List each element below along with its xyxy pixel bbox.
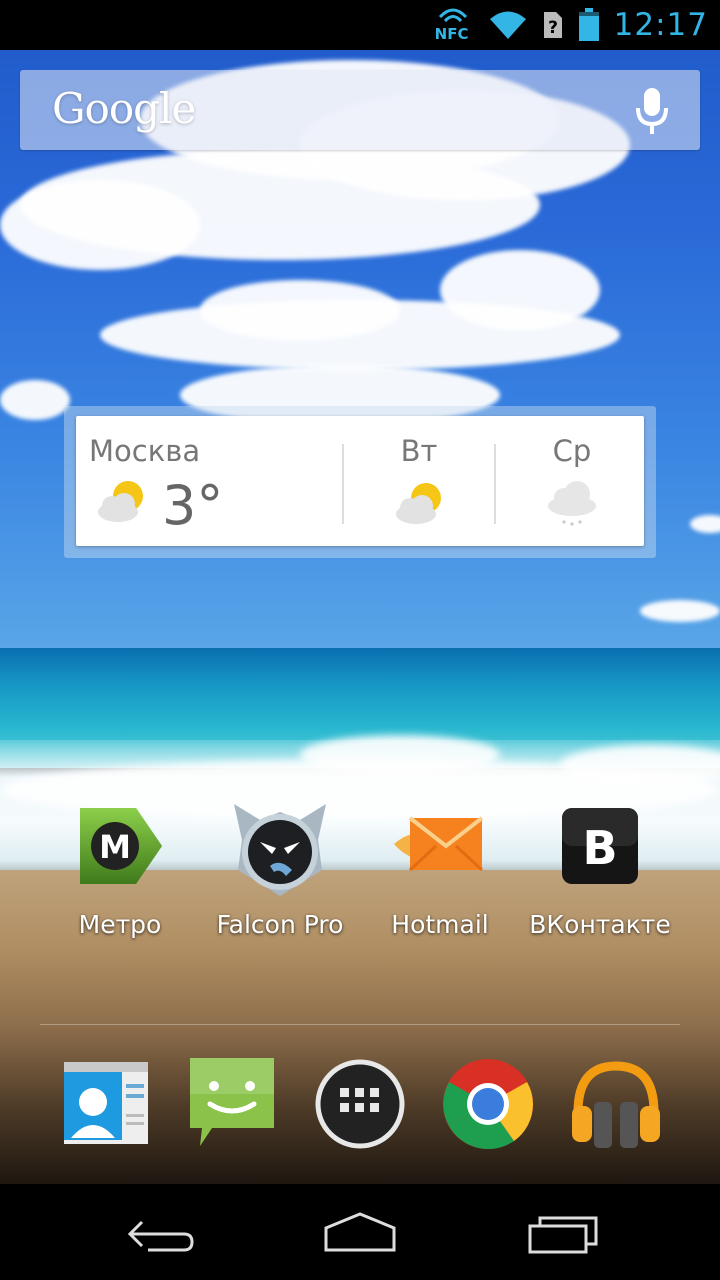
app-hotmail[interactable]: Hotmail	[355, 800, 525, 939]
weather-divider	[494, 444, 496, 524]
hotmail-icon	[390, 800, 490, 900]
app-drawer-icon	[315, 1059, 405, 1149]
forecast-day-2: Ср	[552, 434, 592, 468]
back-icon[interactable]	[112, 1202, 208, 1262]
app-label: ВКонтакте	[529, 910, 671, 939]
chrome-icon	[443, 1059, 534, 1150]
metro-icon: M	[70, 800, 170, 900]
nfc-icon: NFC	[434, 5, 474, 45]
app-falcon-pro[interactable]: Falcon Pro	[195, 800, 365, 939]
clock: 12:17	[613, 7, 708, 43]
home-icon[interactable]	[312, 1202, 408, 1262]
svg-text:M: M	[99, 828, 131, 866]
google-logo: Google	[52, 84, 196, 133]
sim-unknown-icon: ?	[543, 12, 562, 38]
battery-icon	[578, 8, 599, 41]
weather-widget[interactable]: Москва 3° Вт Ср	[76, 416, 644, 546]
weather-temperature: 3°	[162, 474, 224, 537]
dock-app-drawer[interactable]	[310, 1054, 410, 1154]
google-search-bar[interactable]: Google	[20, 70, 700, 150]
app-label: Метро	[78, 910, 162, 939]
partly-cloudy-icon	[396, 483, 441, 524]
dock-divider	[40, 1024, 680, 1025]
wifi-icon	[489, 11, 526, 39]
svg-text:B: B	[582, 821, 617, 875]
dock-contacts[interactable]	[54, 1054, 154, 1154]
wallpaper	[0, 0, 720, 1184]
svg-text:?: ?	[548, 18, 558, 38]
nfc-label: NFC	[434, 25, 469, 43]
app-metro[interactable]: M Метро	[35, 800, 205, 939]
weather-city: Москва	[89, 434, 201, 468]
play-music-icon	[572, 1061, 660, 1148]
rain-cloud-icon	[548, 481, 596, 526]
recent-apps-icon[interactable]	[516, 1202, 612, 1262]
navigation-bar	[0, 1184, 720, 1280]
app-vkontakte[interactable]: B ВКонтакте	[515, 800, 685, 939]
contacts-icon	[64, 1062, 148, 1144]
forecast-day-1: Вт	[400, 434, 438, 468]
weather-divider	[342, 444, 344, 524]
mic-icon[interactable]	[632, 86, 672, 136]
partly-cloudy-icon	[98, 481, 143, 522]
app-label: Hotmail	[391, 910, 489, 939]
dock-messaging[interactable]	[182, 1054, 282, 1154]
vkontakte-icon: B	[550, 800, 650, 900]
falcon-pro-icon	[230, 800, 330, 900]
dock-chrome[interactable]	[438, 1054, 538, 1154]
messaging-icon	[190, 1058, 274, 1146]
app-label: Falcon Pro	[216, 910, 344, 939]
status-bar: NFC ? 12:17	[0, 0, 720, 50]
dock-play-music[interactable]	[566, 1054, 666, 1154]
